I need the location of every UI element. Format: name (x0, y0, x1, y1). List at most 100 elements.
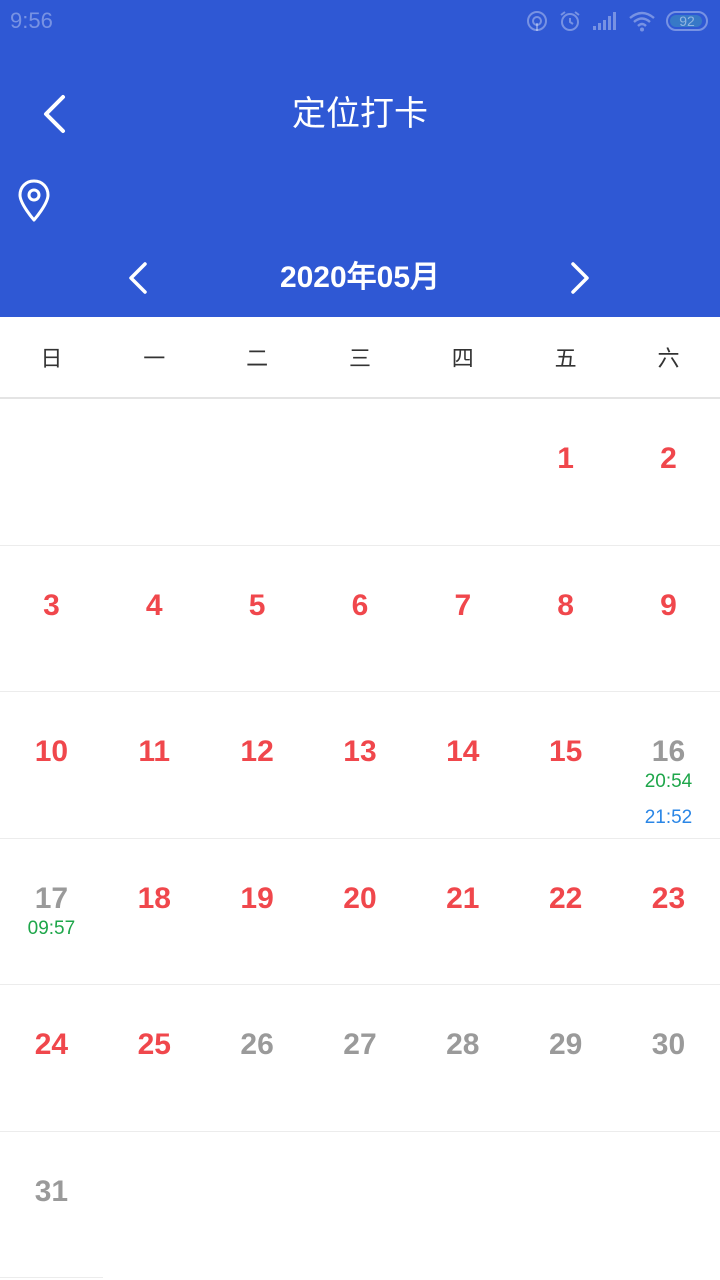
hotspot-icon (527, 11, 547, 31)
weekday-header: 日 一 二 三 四 五 六 (0, 317, 720, 399)
day-cell-27[interactable]: 27 (309, 985, 412, 1131)
day-number: 25 (137, 1028, 171, 1061)
header-bar: 9:56 92 定位打卡 2020年05月 (0, 0, 720, 317)
day-cell-empty (411, 399, 514, 545)
day-cell-2[interactable]: 2 (617, 399, 720, 545)
day-cell-empty (617, 1132, 720, 1279)
day-cell-3[interactable]: 3 (0, 546, 103, 692)
day-cell-empty (411, 1132, 514, 1279)
calendar-week: 1 2 (0, 399, 720, 546)
weekday-thu: 四 (451, 347, 474, 372)
weekday-mon: 一 (143, 347, 166, 372)
day-cell-empty (206, 399, 309, 545)
day-cell-28[interactable]: 28 (411, 985, 514, 1131)
day-number: 19 (240, 881, 274, 915)
weekday-tue: 二 (246, 347, 269, 372)
day-cell-19[interactable]: 19 (206, 839, 309, 985)
calendar-week: 10 11 12 13 14 15 16 20:54 21:52 (0, 692, 720, 839)
signal-icon (593, 12, 616, 30)
day-number: 30 (651, 1028, 686, 1061)
day-number: 29 (548, 1028, 583, 1061)
day-cell-25[interactable]: 25 (103, 985, 206, 1131)
previous-month-button[interactable] (114, 254, 162, 302)
day-number: 16 (651, 735, 686, 768)
weekday-fri: 五 (554, 347, 577, 372)
battery-indicator: 92 (666, 11, 708, 31)
day-cell-24[interactable]: 24 (0, 985, 103, 1131)
day-cell-23[interactable]: 23 (617, 839, 720, 985)
day-number: 14 (446, 735, 480, 768)
day-number: 10 (34, 735, 69, 768)
day-cell-empty (103, 399, 206, 545)
day-number: 3 (43, 588, 60, 622)
day-cell-11[interactable]: 11 (103, 692, 206, 838)
day-cell-26[interactable]: 26 (206, 985, 309, 1131)
weekday-sat: 六 (657, 347, 680, 372)
day-cell-empty (206, 1132, 309, 1279)
day-number: 7 (454, 588, 472, 622)
page-title: 定位打卡 (292, 94, 428, 134)
day-cell-15[interactable]: 15 (514, 692, 617, 838)
day-number: 23 (651, 881, 686, 915)
day-number: 22 (548, 881, 583, 915)
day-number: 9 (660, 588, 677, 622)
status-time: 9:56 (10, 8, 53, 33)
weekday-wed: 三 (348, 347, 371, 372)
day-cell-31[interactable]: 31 (0, 1132, 103, 1278)
day-cell-22[interactable]: 22 (514, 839, 617, 985)
day-cell-7[interactable]: 7 (411, 546, 514, 692)
chevron-right-icon (571, 262, 589, 294)
month-label: 2020年05月 (279, 261, 441, 294)
day-cell-16[interactable]: 16 20:54 21:52 (617, 692, 720, 838)
day-number: 5 (248, 588, 266, 622)
day-cell-20[interactable]: 20 (309, 839, 412, 985)
day-cell-8[interactable]: 8 (514, 546, 617, 692)
battery-level: 92 (679, 13, 695, 29)
day-cell-17[interactable]: 17 09:57 (0, 839, 103, 985)
day-number: 26 (240, 1028, 274, 1061)
next-month-button[interactable] (556, 254, 604, 302)
status-bar: 9:56 92 (0, 0, 720, 42)
day-number: 24 (34, 1028, 69, 1061)
punch-out-time: 21:52 (644, 807, 693, 828)
day-number: 20 (343, 881, 377, 915)
day-cell-5[interactable]: 5 (206, 546, 309, 692)
day-number: 17 (34, 881, 69, 915)
calendar-week: 24 25 26 27 28 29 30 (0, 985, 720, 1132)
alarm-icon (560, 11, 580, 31)
day-cell-12[interactable]: 12 (206, 692, 309, 838)
day-cell-9[interactable]: 9 (617, 546, 720, 692)
day-number: 2 (660, 442, 677, 475)
location-pin-icon[interactable] (16, 178, 52, 224)
day-cell-13[interactable]: 13 (309, 692, 412, 838)
status-icons: 92 (526, 8, 708, 34)
day-number: 8 (557, 588, 574, 622)
chevron-left-icon (129, 262, 147, 294)
wifi-icon (629, 11, 655, 32)
day-cell-29[interactable]: 29 (514, 985, 617, 1131)
day-cell-6[interactable]: 6 (309, 546, 412, 692)
day-cell-14[interactable]: 14 (411, 692, 514, 838)
day-number: 27 (343, 1028, 377, 1061)
day-cell-21[interactable]: 21 (411, 839, 514, 985)
day-number: 15 (548, 735, 583, 768)
day-number: 4 (145, 588, 163, 622)
day-cell-18[interactable]: 18 (103, 839, 206, 985)
calendar-week: 31 (0, 1132, 720, 1279)
day-number: 12 (240, 735, 274, 768)
day-cell-10[interactable]: 10 (0, 692, 103, 838)
punch-in-time: 20:54 (644, 771, 693, 792)
day-cell-4[interactable]: 4 (103, 546, 206, 692)
calendar-grid: 1 2 3 4 5 6 7 8 9 10 11 12 13 14 15 16 2… (0, 399, 720, 1278)
calendar-week: 17 09:57 18 19 20 21 22 23 (0, 839, 720, 985)
weekday-sun: 日 (40, 347, 63, 372)
day-number: 21 (446, 881, 480, 915)
day-cell-empty (309, 399, 412, 545)
day-cell-1[interactable]: 1 (514, 399, 617, 545)
calendar-week: 3 4 5 6 7 8 9 (0, 546, 720, 692)
day-cell-empty (514, 1132, 617, 1279)
day-cell-empty (0, 399, 103, 545)
day-cell-30[interactable]: 30 (617, 985, 720, 1131)
day-number: 31 (34, 1174, 69, 1208)
day-number: 1 (557, 442, 574, 475)
